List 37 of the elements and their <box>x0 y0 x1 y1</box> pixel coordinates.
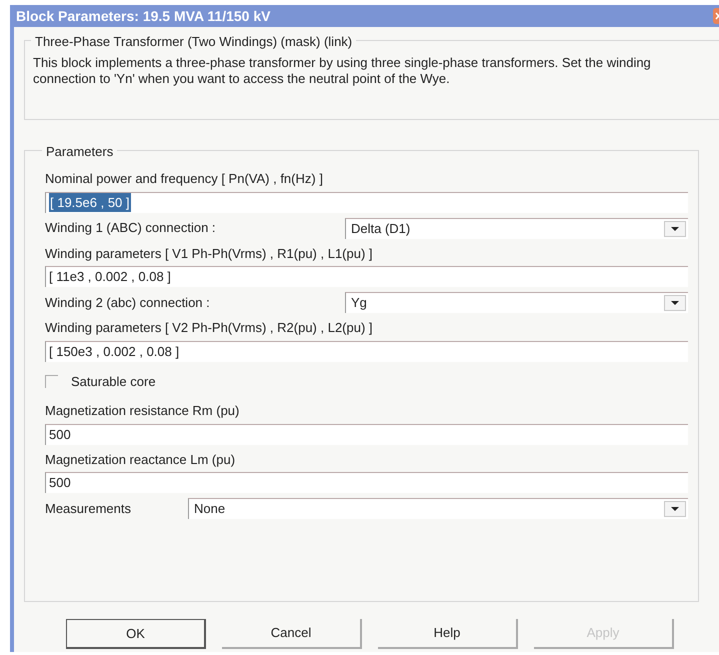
dialog-button[interactable]: OK <box>66 619 206 649</box>
field-value: [ 19.5e6 , 50 ] <box>49 192 131 212</box>
checkbox[interactable] <box>45 374 58 388</box>
field-label: Nominal power and frequency [ Pn(VA) , fn(Hz) ] <box>45 170 324 188</box>
field-label: Magnetization reactance Lm (pu) <box>45 450 236 469</box>
field-value: 500 <box>49 426 71 444</box>
dialog-button[interactable]: Cancel <box>222 619 362 649</box>
field-label: Winding parameters [ V1 Ph-Ph(Vrms) , R1(pu) , L1(pu) ] <box>45 244 374 263</box>
field-value: [ 150e3 , 0.002 , 0.08 ] <box>49 342 180 361</box>
field-label: Magnetization resistance Rm (pu) <box>45 402 240 420</box>
dropdown-arrow-button[interactable] <box>664 501 686 517</box>
dropdown[interactable]: Delta (D1) <box>345 218 688 238</box>
input-field[interactable]: [ 150e3 , 0.002 , 0.08 ] <box>45 340 688 362</box>
field-label: Winding 1 (ABC) connection : <box>45 219 217 238</box>
dropdown-arrow-button[interactable] <box>664 295 686 311</box>
field-value: [ 11e3 , 0.002 , 0.08 ] <box>49 268 171 286</box>
dropdown[interactable]: Yg <box>345 292 688 313</box>
dropdown-arrow-button[interactable] <box>664 220 686 236</box>
field-label: Winding 2 (abc) connection : <box>45 294 211 312</box>
dropdown[interactable]: None <box>188 498 688 519</box>
field-value: 500 <box>49 474 71 492</box>
dropdown-value: Yg <box>351 294 367 312</box>
caret-icon <box>671 226 679 230</box>
dropdown-value: Delta (D1) <box>351 220 410 238</box>
dropdown-value: None <box>194 500 226 518</box>
input-field[interactable]: 500 <box>45 424 688 444</box>
field-label: Winding parameters [ V2 Ph-Ph(Vrms) , R2(pu) , L2(pu) ] <box>45 319 374 337</box>
window-title: Block Parameters: 19.5 MVA 11/150 kV <box>16 6 270 26</box>
checkbox-label: Saturable core <box>71 372 156 390</box>
dialog-button[interactable]: Help <box>378 619 518 649</box>
description-text: This block implements a three-phase transformer by using three single-phase transformers. Set the winding connection to 'Yn' when you want to access the neutral point of the Wye. <box>33 55 652 87</box>
field-label: Measurements <box>45 500 132 518</box>
caret-icon <box>671 301 679 305</box>
input-field[interactable]: 500 <box>45 472 688 493</box>
input-field[interactable]: [ 19.5e6 , 50 ] <box>45 192 688 212</box>
caret-icon <box>671 507 679 511</box>
input-field[interactable]: [ 11e3 , 0.002 , 0.08 ] <box>45 266 688 287</box>
